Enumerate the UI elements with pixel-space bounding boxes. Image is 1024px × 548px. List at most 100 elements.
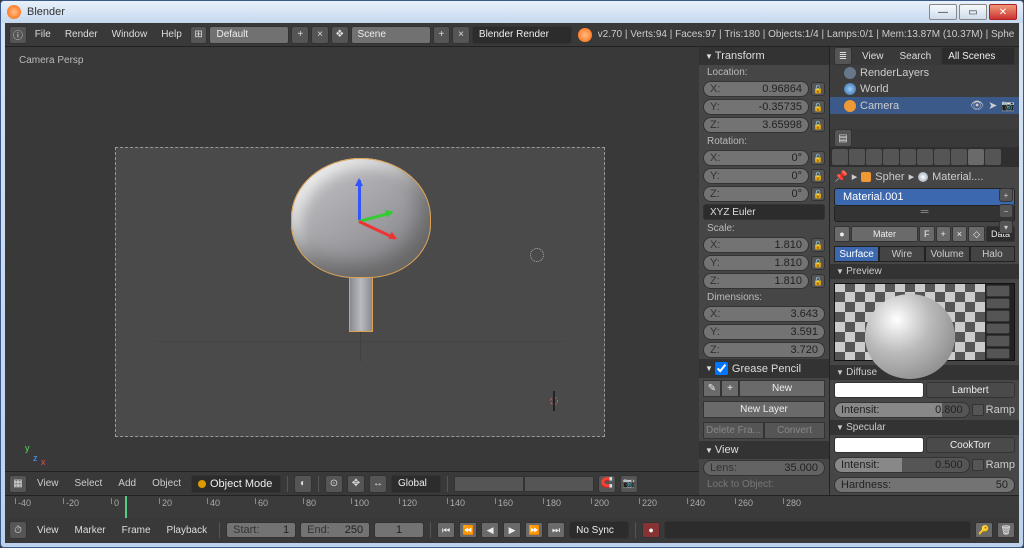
shading-mode-icon[interactable]: ◐ — [294, 475, 312, 493]
vp-menu-view[interactable]: View — [31, 475, 65, 493]
key-delete-icon[interactable]: 🗑 — [997, 522, 1015, 538]
lock-loc-z-icon[interactable]: 🔓 — [811, 118, 825, 132]
scene-remove-icon[interactable]: × — [452, 26, 470, 44]
specular-shader[interactable]: CookTorr — [926, 437, 1016, 453]
tab-modifiers[interactable] — [934, 149, 950, 165]
specular-ramp-checkbox[interactable] — [972, 459, 984, 471]
playhead[interactable] — [125, 496, 127, 518]
render-preview-icon[interactable]: 📷 — [620, 475, 638, 493]
timeline-ruler[interactable]: -40-200204060801001201401601802002202402… — [5, 496, 1019, 518]
outliner-item-renderlayers[interactable]: RenderLayers — [830, 65, 1019, 81]
scale-x[interactable]: X:1.810 — [703, 237, 809, 253]
tab-renderlayers[interactable] — [849, 149, 865, 165]
fake-user-button[interactable]: F — [919, 226, 935, 242]
menu-help[interactable]: Help — [155, 26, 188, 44]
render-engine-selector[interactable]: Blender Render — [472, 26, 572, 44]
lock-scl-y-icon[interactable]: 🔓 — [811, 256, 825, 270]
diffuse-ramp-checkbox[interactable] — [972, 404, 984, 416]
dim-z[interactable]: Z:3.720 — [703, 342, 825, 358]
autokey-icon[interactable]: ● — [642, 522, 660, 538]
diffuse-color[interactable] — [834, 382, 924, 398]
specular-intensity[interactable]: Intensit:0.500 — [834, 457, 970, 473]
tab-volume[interactable]: Volume — [925, 246, 970, 262]
tab-wire[interactable]: Wire — [879, 246, 924, 262]
crumb-material[interactable]: Material.... — [932, 171, 983, 183]
grease-add-icon[interactable]: + — [721, 380, 739, 397]
material-name-field[interactable]: Mater — [851, 226, 918, 242]
preview-panel-header[interactable]: Preview — [830, 264, 1019, 279]
menu-file[interactable]: File — [29, 26, 57, 44]
manipulator-toggle-icon[interactable]: ✥ — [347, 475, 365, 493]
selectable-icon[interactable]: ➤ — [988, 99, 997, 112]
lock-loc-x-icon[interactable]: 🔓 — [811, 82, 825, 96]
snap-icon[interactable]: 🧲 — [598, 475, 616, 493]
hardness-field[interactable]: Hardness:50 — [834, 477, 1015, 493]
outliner-filter[interactable]: All Scenes — [941, 47, 1015, 65]
tl-menu-marker[interactable]: Marker — [69, 521, 112, 539]
lock-rot-z-icon[interactable]: 🔓 — [811, 187, 825, 201]
active-object-sphere[interactable] — [291, 158, 431, 332]
lamp-object[interactable] — [530, 248, 544, 262]
screen-browse-icon[interactable]: ⊞ — [190, 26, 208, 44]
location-x[interactable]: X:0.96864 — [703, 81, 809, 97]
specular-color[interactable] — [834, 437, 924, 453]
play-reverse-icon[interactable]: ◀ — [481, 522, 499, 538]
editor-type-info-icon[interactable]: ⓘ — [9, 26, 27, 44]
preview-world-icon[interactable] — [986, 348, 1010, 360]
slot-menu-icon[interactable]: ▾ — [999, 220, 1013, 234]
mode-selector[interactable]: Object Mode — [191, 475, 281, 493]
grease-enable-checkbox[interactable] — [715, 362, 728, 375]
preview-monkey-icon[interactable] — [986, 323, 1010, 335]
tl-menu-playback[interactable]: Playback — [161, 521, 214, 539]
grease-pencil-icon[interactable]: ✎ — [703, 380, 721, 397]
lens-field[interactable]: Lens:35.000 — [703, 460, 825, 476]
outliner-menu-search[interactable]: Search — [894, 47, 938, 65]
tab-texture[interactable] — [985, 149, 1001, 165]
play-icon[interactable]: ▶ — [503, 522, 521, 538]
maximize-button[interactable]: ▭ — [959, 4, 987, 20]
lock-rot-y-icon[interactable]: 🔓 — [811, 169, 825, 183]
diffuse-intensity[interactable]: Intensit:0.800 — [834, 402, 970, 418]
jump-end-icon[interactable]: ⏭ — [547, 522, 565, 538]
preview-cube-icon[interactable] — [986, 310, 1010, 322]
rotation-y[interactable]: Y:0° — [703, 168, 809, 184]
layout-add-icon[interactable]: + — [291, 26, 309, 44]
scene-browse-icon[interactable]: ❖ — [331, 26, 349, 44]
scale-z[interactable]: Z:1.810 — [703, 273, 809, 289]
tab-surface[interactable]: Surface — [834, 246, 879, 262]
view-panel-header[interactable]: View — [699, 441, 829, 459]
outliner-item-camera[interactable]: Camera👁➤📷 — [830, 97, 1019, 114]
preview-hair-icon[interactable] — [986, 335, 1010, 347]
tab-constraints[interactable] — [917, 149, 933, 165]
vp-menu-add[interactable]: Add — [112, 475, 142, 493]
transform-panel-header[interactable]: Transform — [699, 47, 829, 65]
pivot-icon[interactable]: ⊙ — [325, 475, 343, 493]
mat-unlink-icon[interactable]: × — [952, 226, 967, 242]
vp-menu-select[interactable]: Select — [69, 475, 109, 493]
transform-orientation[interactable]: Global — [391, 475, 441, 493]
lock-scl-x-icon[interactable]: 🔓 — [811, 238, 825, 252]
tab-scene[interactable] — [866, 149, 882, 165]
material-slot[interactable]: Material.001 — [834, 188, 1015, 206]
gizmo-z-axis[interactable] — [358, 180, 361, 220]
mat-add-icon[interactable]: + — [936, 226, 951, 242]
specular-panel-header[interactable]: Specular — [830, 420, 1019, 435]
outliner-menu-view[interactable]: View — [856, 47, 890, 65]
slot-remove-icon[interactable]: − — [999, 204, 1013, 218]
keying-set[interactable] — [664, 521, 971, 539]
gizmo-x-axis[interactable] — [358, 220, 396, 240]
current-frame[interactable]: 1 — [374, 522, 424, 538]
outliner-item-world[interactable]: World — [830, 81, 1019, 97]
manipulator-translate-icon[interactable]: ↔ — [369, 475, 387, 493]
material-browse-icon[interactable]: ● — [834, 226, 850, 242]
editor-type-timeline-icon[interactable]: ⏱ — [9, 521, 27, 539]
renderable-icon[interactable]: 📷 — [1001, 99, 1015, 112]
location-z[interactable]: Z:3.65998 — [703, 117, 809, 133]
visibility-icon[interactable]: 👁 — [970, 99, 984, 112]
lock-rot-x-icon[interactable]: 🔓 — [811, 151, 825, 165]
tl-menu-frame[interactable]: Frame — [116, 521, 157, 539]
tab-material[interactable] — [968, 149, 984, 165]
jump-start-icon[interactable]: ⏮ — [437, 522, 455, 538]
editor-type-outliner-icon[interactable]: ≣ — [834, 47, 852, 65]
lock-scl-z-icon[interactable]: 🔓 — [811, 274, 825, 288]
